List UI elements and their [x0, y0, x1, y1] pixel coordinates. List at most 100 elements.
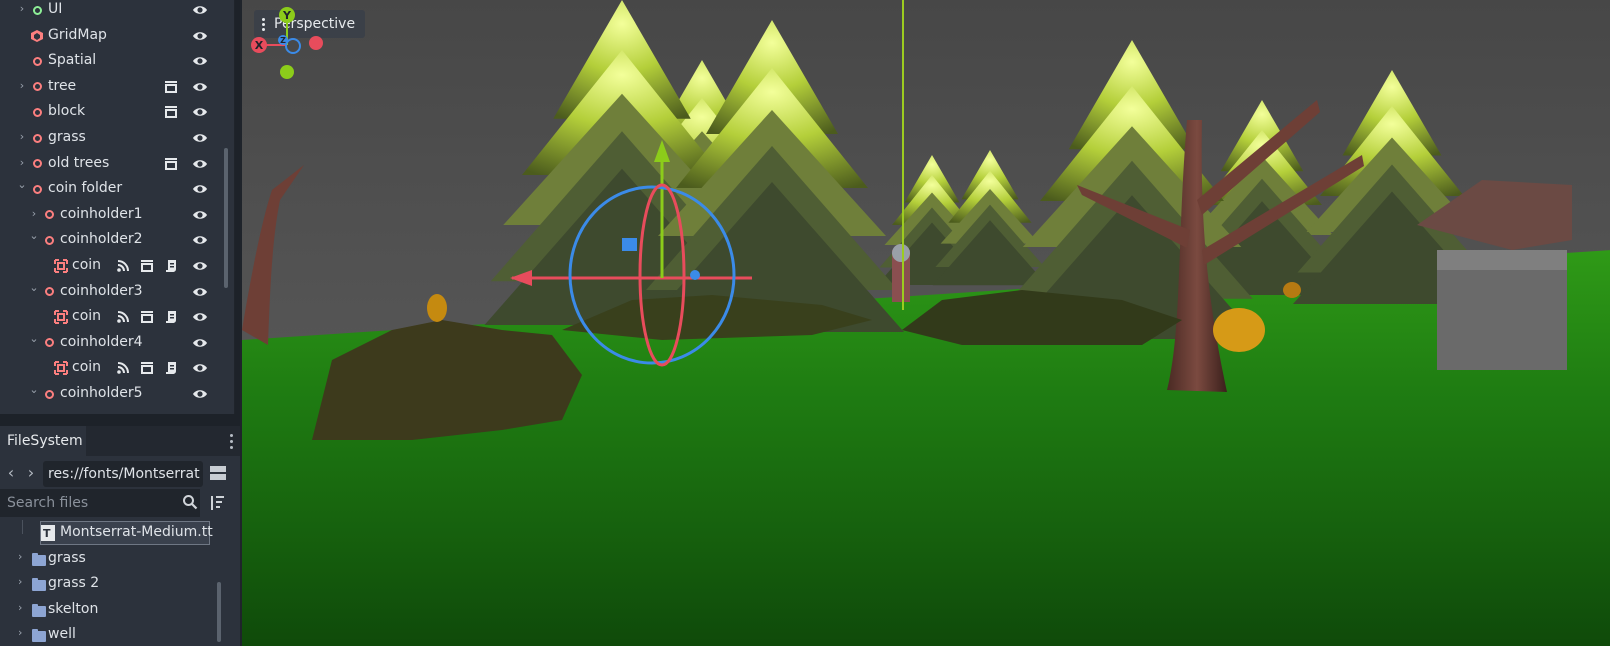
axis-neg-y-handle[interactable] — [280, 65, 294, 79]
visibility-eye-icon[interactable] — [192, 335, 208, 351]
visibility-eye-icon[interactable] — [192, 2, 208, 18]
script-icon[interactable] — [164, 361, 178, 375]
signal-icon[interactable] — [116, 259, 130, 273]
forward-arrow-icon[interactable]: › — [23, 460, 39, 486]
expand-arrow-icon[interactable]: ⌄ — [17, 178, 27, 191]
script-icon[interactable] — [164, 259, 178, 273]
folder-name: grass 2 — [48, 575, 100, 591]
control-node-icon — [30, 3, 44, 17]
collapse-arrow-icon[interactable]: › — [18, 626, 22, 639]
sort-icon[interactable] — [208, 494, 226, 512]
scene-tree-item-label: coinholder5 — [60, 385, 143, 401]
collapse-arrow-icon[interactable]: › — [18, 575, 22, 588]
scene-tree-item[interactable]: › tree — [0, 74, 226, 100]
scene-instance-icon[interactable] — [140, 361, 154, 375]
scene-tree-dock: › UI GridMap Spatial › tree block › grass › old tr… — [0, 0, 235, 414]
visibility-eye-icon[interactable] — [192, 104, 208, 120]
path-field[interactable]: res://fonts/Montserrat — [43, 461, 203, 487]
folder-icon — [32, 629, 46, 642]
scene-tree-item[interactable]: GridMap — [0, 23, 226, 49]
area-node-icon — [54, 259, 68, 273]
scene-tree-item[interactable]: ⌄ coinholder5 — [0, 381, 226, 407]
visibility-eye-icon[interactable] — [192, 181, 208, 197]
svg-text:T: T — [43, 527, 51, 540]
scene-tree[interactable]: › UI GridMap Spatial › tree block › grass › old tr… — [0, 0, 226, 414]
scene-tree-item[interactable]: ⌄ coinholder4 — [0, 330, 226, 356]
script-icon[interactable] — [164, 310, 178, 324]
visibility-eye-icon[interactable] — [192, 79, 208, 95]
collapse-arrow-icon[interactable]: › — [17, 130, 27, 143]
visibility-eye-icon[interactable] — [192, 386, 208, 402]
split-view-icon[interactable] — [208, 463, 228, 483]
back-arrow-icon[interactable]: ‹ — [3, 460, 19, 486]
scene-tree-item[interactable]: ⌄ coinholder3 — [0, 279, 226, 305]
collapse-arrow-icon[interactable]: › — [18, 550, 22, 563]
collapse-arrow-icon[interactable]: › — [17, 79, 27, 92]
spatial-node-icon — [42, 208, 56, 222]
expand-arrow-icon[interactable]: ⌄ — [29, 281, 39, 294]
scene-tree-item[interactable]: ⌄ coinholder2 — [0, 227, 226, 253]
visibility-eye-icon[interactable] — [192, 258, 208, 274]
scene-tree-scrollbar[interactable] — [224, 148, 228, 288]
axis-neg-z-handle[interactable] — [285, 38, 301, 54]
scene-tree-item-label: GridMap — [48, 26, 107, 43]
scene-instance-icon[interactable] — [164, 80, 178, 94]
scene-instance-icon[interactable] — [140, 259, 154, 273]
collapse-arrow-icon[interactable]: › — [29, 207, 39, 220]
visibility-eye-icon[interactable] — [192, 284, 208, 300]
scene-tree-item[interactable]: › grass — [0, 125, 226, 151]
signal-icon[interactable] — [116, 361, 130, 375]
visibility-eye-icon[interactable] — [192, 156, 208, 172]
scene-tree-item[interactable]: coin — [0, 355, 226, 381]
3d-viewport[interactable]: Perspective Y X Z — [240, 0, 1610, 646]
axis-neg-x-handle[interactable] — [309, 36, 323, 50]
scene-tree-item[interactable]: ⌄ coin folder — [0, 176, 226, 202]
axis-y-label: Y — [282, 9, 292, 22]
view-orientation-gizmo[interactable]: Y X Z — [242, 0, 332, 90]
scene-tree-item-label: UI — [48, 1, 63, 17]
visibility-eye-icon[interactable] — [192, 130, 208, 146]
file-name: Montserrat-Medium.tt — [60, 524, 213, 540]
scene-tree-item[interactable]: Spatial — [0, 48, 226, 74]
file-list[interactable]: T Montserrat-Medium.tt › grass › grass 2 › skel… — [0, 518, 226, 646]
filesystem-dock: FileSystem ‹ › res://fonts/Montserrat Se… — [0, 426, 240, 646]
scene-tree-item[interactable]: › UI — [0, 0, 226, 23]
folder-icon — [32, 604, 46, 617]
folder-item[interactable]: › grass — [0, 546, 226, 572]
spatial-node-icon — [42, 336, 56, 350]
axis-z-label: Z — [280, 36, 286, 45]
visibility-eye-icon[interactable] — [192, 232, 208, 248]
scene-tree-item[interactable]: coin — [0, 253, 226, 279]
scene-tree-item-label: coin — [72, 359, 102, 376]
scene-instance-icon[interactable] — [140, 310, 154, 324]
scene-tree-item-label: block — [48, 103, 86, 120]
scene-tree-item-label: coin — [72, 308, 102, 325]
dock-menu-icon[interactable] — [230, 434, 234, 452]
visibility-eye-icon[interactable] — [192, 28, 208, 44]
scene-tree-item[interactable]: › old trees — [0, 151, 226, 177]
expand-arrow-icon[interactable]: ⌄ — [29, 383, 39, 396]
collapse-arrow-icon[interactable]: › — [18, 601, 22, 614]
expand-arrow-icon[interactable]: ⌄ — [29, 229, 39, 242]
expand-arrow-icon[interactable]: ⌄ — [29, 332, 39, 345]
folder-item[interactable]: › grass 2 — [0, 571, 226, 597]
visibility-eye-icon[interactable] — [192, 207, 208, 223]
scene-tree-item[interactable]: › coinholder1 — [0, 202, 226, 228]
visibility-eye-icon[interactable] — [192, 53, 208, 69]
signal-icon[interactable] — [116, 310, 130, 324]
scene-tree-item[interactable]: block — [0, 99, 226, 125]
scene-tree-item[interactable]: coin — [0, 304, 226, 330]
visibility-eye-icon[interactable] — [192, 309, 208, 325]
tab-filesystem[interactable]: FileSystem — [0, 426, 86, 456]
scene-instance-icon[interactable] — [164, 157, 178, 171]
collapse-arrow-icon[interactable]: › — [17, 156, 27, 169]
scene-instance-icon[interactable] — [164, 105, 178, 119]
scene-tree-item-label: coin folder — [48, 180, 123, 197]
search-files-input[interactable]: Search files — [0, 489, 200, 517]
file-item[interactable]: T Montserrat-Medium.tt — [0, 520, 226, 546]
collapse-arrow-icon[interactable]: › — [17, 2, 27, 15]
folder-item[interactable]: › skelton — [0, 597, 226, 623]
file-list-scrollbar[interactable] — [217, 582, 221, 642]
visibility-eye-icon[interactable] — [192, 360, 208, 376]
folder-item[interactable]: › well — [0, 622, 226, 646]
